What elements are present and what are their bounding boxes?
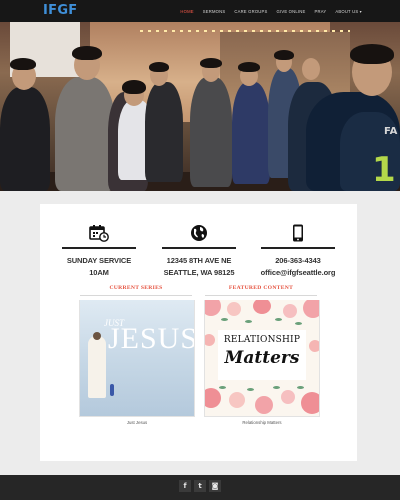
nav-sermons[interactable]: SERMONS: [203, 9, 226, 14]
info-service-times: SUNDAY SERVICE 10AM: [54, 224, 144, 279]
content-card: SUNDAY SERVICE 10AM 12345 8TH AVE NE SEA…: [40, 204, 357, 461]
divider: [261, 247, 335, 249]
service-time: 10AM: [89, 268, 109, 277]
featured-content-thumbnail[interactable]: RELATIONSHIP Matters: [205, 300, 319, 416]
service-day: SUNDAY SERVICE: [66, 256, 132, 265]
address-city: SEATTLE, WA 98125: [163, 268, 235, 277]
nav-care-groups[interactable]: CARE GROUPS: [234, 9, 267, 14]
child-figure: [110, 384, 114, 396]
divider: [205, 295, 317, 296]
divider: [80, 295, 192, 296]
phone-number[interactable]: 206-363-4343: [253, 255, 343, 267]
series-art-title-main: JESUS: [108, 322, 194, 355]
calendar-clock-icon: [89, 225, 109, 242]
current-series-heading: CURRENT SERIES: [109, 285, 163, 291]
hero-photo: 1 FA: [0, 22, 400, 191]
info-address: 12345 8TH AVE NE SEATTLE, WA 98125: [154, 224, 244, 279]
email-address[interactable]: office@ifgfseattle.org: [253, 267, 343, 279]
top-navbar: IFGF HOME SERMONS CARE GROUPS GIVE ONLIN…: [0, 0, 400, 22]
featured-art-title-top: RELATIONSHIP: [223, 335, 301, 345]
featured-content-caption[interactable]: Relationship Matters: [205, 420, 319, 425]
instagram-icon[interactable]: ◙: [209, 480, 221, 492]
info-contact: 206-363-4343 office@ifgfseattle.org: [253, 224, 343, 279]
footer: f t ◙: [0, 475, 400, 500]
twitter-icon[interactable]: t: [194, 480, 206, 492]
globe-icon: [191, 225, 207, 241]
figure-head: [93, 332, 101, 340]
mobile-phone-icon: [293, 224, 303, 242]
current-series-caption[interactable]: Just Jesus: [80, 420, 194, 425]
address-street: 12345 8TH AVE NE: [166, 256, 232, 265]
divider: [162, 247, 236, 249]
nav-pray[interactable]: PRAY: [314, 9, 326, 14]
current-series-thumbnail[interactable]: JUST JESUS: [80, 300, 194, 416]
featured-content-heading: FEATURED CONTENT: [228, 285, 294, 291]
facebook-icon[interactable]: f: [179, 480, 191, 492]
main-nav: HOME SERMONS CARE GROUPS GIVE ONLINE PRA…: [180, 0, 362, 22]
nav-give-online[interactable]: GIVE ONLINE: [277, 9, 306, 14]
site-logo[interactable]: IFGF: [43, 3, 77, 18]
figure: [88, 336, 106, 398]
nav-about-us[interactable]: ABOUT US ▾: [335, 9, 362, 14]
divider: [62, 247, 136, 249]
featured-art-title-main: Matters: [224, 348, 300, 368]
nav-home[interactable]: HOME: [180, 9, 193, 14]
